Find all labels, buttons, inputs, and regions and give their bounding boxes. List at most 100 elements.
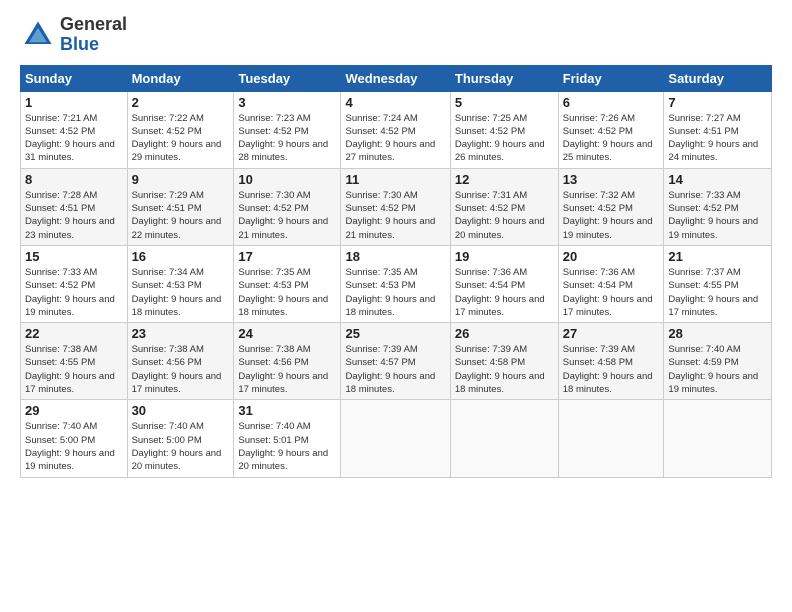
day-number: 26	[455, 326, 554, 341]
day-info: Sunrise: 7:29 AM Sunset: 4:51 PM Dayligh…	[132, 189, 230, 242]
day-number: 13	[563, 172, 660, 187]
day-cell	[450, 400, 558, 477]
day-info: Sunrise: 7:39 AM Sunset: 4:58 PM Dayligh…	[563, 343, 660, 396]
logo: General Blue	[20, 15, 127, 55]
day-number: 28	[668, 326, 767, 341]
day-cell: 30 Sunrise: 7:40 AM Sunset: 5:00 PM Dayl…	[127, 400, 234, 477]
week-row-4: 22 Sunrise: 7:38 AM Sunset: 4:55 PM Dayl…	[21, 323, 772, 400]
day-number: 16	[132, 249, 230, 264]
day-cell: 20 Sunrise: 7:36 AM Sunset: 4:54 PM Dayl…	[558, 245, 664, 322]
day-number: 23	[132, 326, 230, 341]
day-cell: 31 Sunrise: 7:40 AM Sunset: 5:01 PM Dayl…	[234, 400, 341, 477]
col-header-sunday: Sunday	[21, 65, 128, 91]
day-number: 21	[668, 249, 767, 264]
calendar-table: SundayMondayTuesdayWednesdayThursdayFrid…	[20, 65, 772, 478]
day-cell: 11 Sunrise: 7:30 AM Sunset: 4:52 PM Dayl…	[341, 168, 450, 245]
day-cell: 17 Sunrise: 7:35 AM Sunset: 4:53 PM Dayl…	[234, 245, 341, 322]
day-number: 25	[345, 326, 445, 341]
day-info: Sunrise: 7:31 AM Sunset: 4:52 PM Dayligh…	[455, 189, 554, 242]
day-cell: 10 Sunrise: 7:30 AM Sunset: 4:52 PM Dayl…	[234, 168, 341, 245]
week-row-2: 8 Sunrise: 7:28 AM Sunset: 4:51 PM Dayli…	[21, 168, 772, 245]
day-number: 19	[455, 249, 554, 264]
day-info: Sunrise: 7:40 AM Sunset: 5:00 PM Dayligh…	[25, 420, 123, 473]
day-cell: 3 Sunrise: 7:23 AM Sunset: 4:52 PM Dayli…	[234, 91, 341, 168]
day-info: Sunrise: 7:30 AM Sunset: 4:52 PM Dayligh…	[345, 189, 445, 242]
day-cell	[664, 400, 772, 477]
day-number: 31	[238, 403, 336, 418]
day-number: 9	[132, 172, 230, 187]
col-header-thursday: Thursday	[450, 65, 558, 91]
day-cell	[558, 400, 664, 477]
col-header-monday: Monday	[127, 65, 234, 91]
logo-icon	[20, 17, 56, 53]
header: General Blue	[20, 15, 772, 55]
day-cell: 7 Sunrise: 7:27 AM Sunset: 4:51 PM Dayli…	[664, 91, 772, 168]
day-info: Sunrise: 7:22 AM Sunset: 4:52 PM Dayligh…	[132, 112, 230, 165]
calendar-body: 1 Sunrise: 7:21 AM Sunset: 4:52 PM Dayli…	[21, 91, 772, 477]
day-cell: 8 Sunrise: 7:28 AM Sunset: 4:51 PM Dayli…	[21, 168, 128, 245]
day-info: Sunrise: 7:25 AM Sunset: 4:52 PM Dayligh…	[455, 112, 554, 165]
day-number: 7	[668, 95, 767, 110]
calendar-header-row: SundayMondayTuesdayWednesdayThursdayFrid…	[21, 65, 772, 91]
day-cell: 19 Sunrise: 7:36 AM Sunset: 4:54 PM Dayl…	[450, 245, 558, 322]
day-number: 22	[25, 326, 123, 341]
day-info: Sunrise: 7:23 AM Sunset: 4:52 PM Dayligh…	[238, 112, 336, 165]
week-row-1: 1 Sunrise: 7:21 AM Sunset: 4:52 PM Dayli…	[21, 91, 772, 168]
col-header-wednesday: Wednesday	[341, 65, 450, 91]
day-info: Sunrise: 7:39 AM Sunset: 4:57 PM Dayligh…	[345, 343, 445, 396]
day-number: 8	[25, 172, 123, 187]
day-number: 11	[345, 172, 445, 187]
day-number: 1	[25, 95, 123, 110]
day-info: Sunrise: 7:27 AM Sunset: 4:51 PM Dayligh…	[668, 112, 767, 165]
day-cell: 26 Sunrise: 7:39 AM Sunset: 4:58 PM Dayl…	[450, 323, 558, 400]
col-header-friday: Friday	[558, 65, 664, 91]
day-number: 29	[25, 403, 123, 418]
day-cell: 24 Sunrise: 7:38 AM Sunset: 4:56 PM Dayl…	[234, 323, 341, 400]
week-row-3: 15 Sunrise: 7:33 AM Sunset: 4:52 PM Dayl…	[21, 245, 772, 322]
day-cell: 12 Sunrise: 7:31 AM Sunset: 4:52 PM Dayl…	[450, 168, 558, 245]
day-info: Sunrise: 7:38 AM Sunset: 4:55 PM Dayligh…	[25, 343, 123, 396]
day-info: Sunrise: 7:26 AM Sunset: 4:52 PM Dayligh…	[563, 112, 660, 165]
logo-text: General Blue	[60, 15, 127, 55]
day-number: 6	[563, 95, 660, 110]
day-cell: 21 Sunrise: 7:37 AM Sunset: 4:55 PM Dayl…	[664, 245, 772, 322]
day-number: 20	[563, 249, 660, 264]
day-cell: 9 Sunrise: 7:29 AM Sunset: 4:51 PM Dayli…	[127, 168, 234, 245]
day-info: Sunrise: 7:34 AM Sunset: 4:53 PM Dayligh…	[132, 266, 230, 319]
day-number: 27	[563, 326, 660, 341]
day-cell: 2 Sunrise: 7:22 AM Sunset: 4:52 PM Dayli…	[127, 91, 234, 168]
day-info: Sunrise: 7:39 AM Sunset: 4:58 PM Dayligh…	[455, 343, 554, 396]
day-cell: 15 Sunrise: 7:33 AM Sunset: 4:52 PM Dayl…	[21, 245, 128, 322]
day-info: Sunrise: 7:40 AM Sunset: 5:00 PM Dayligh…	[132, 420, 230, 473]
day-number: 30	[132, 403, 230, 418]
day-info: Sunrise: 7:37 AM Sunset: 4:55 PM Dayligh…	[668, 266, 767, 319]
day-number: 4	[345, 95, 445, 110]
day-info: Sunrise: 7:21 AM Sunset: 4:52 PM Dayligh…	[25, 112, 123, 165]
day-cell	[341, 400, 450, 477]
day-cell: 1 Sunrise: 7:21 AM Sunset: 4:52 PM Dayli…	[21, 91, 128, 168]
day-number: 2	[132, 95, 230, 110]
day-cell: 22 Sunrise: 7:38 AM Sunset: 4:55 PM Dayl…	[21, 323, 128, 400]
day-info: Sunrise: 7:38 AM Sunset: 4:56 PM Dayligh…	[238, 343, 336, 396]
day-number: 10	[238, 172, 336, 187]
day-cell: 4 Sunrise: 7:24 AM Sunset: 4:52 PM Dayli…	[341, 91, 450, 168]
day-info: Sunrise: 7:33 AM Sunset: 4:52 PM Dayligh…	[668, 189, 767, 242]
day-cell: 27 Sunrise: 7:39 AM Sunset: 4:58 PM Dayl…	[558, 323, 664, 400]
day-info: Sunrise: 7:30 AM Sunset: 4:52 PM Dayligh…	[238, 189, 336, 242]
day-number: 24	[238, 326, 336, 341]
day-cell: 25 Sunrise: 7:39 AM Sunset: 4:57 PM Dayl…	[341, 323, 450, 400]
day-cell: 16 Sunrise: 7:34 AM Sunset: 4:53 PM Dayl…	[127, 245, 234, 322]
col-header-tuesday: Tuesday	[234, 65, 341, 91]
day-number: 15	[25, 249, 123, 264]
day-cell: 14 Sunrise: 7:33 AM Sunset: 4:52 PM Dayl…	[664, 168, 772, 245]
day-number: 17	[238, 249, 336, 264]
day-cell: 28 Sunrise: 7:40 AM Sunset: 4:59 PM Dayl…	[664, 323, 772, 400]
day-info: Sunrise: 7:32 AM Sunset: 4:52 PM Dayligh…	[563, 189, 660, 242]
day-info: Sunrise: 7:33 AM Sunset: 4:52 PM Dayligh…	[25, 266, 123, 319]
day-info: Sunrise: 7:40 AM Sunset: 4:59 PM Dayligh…	[668, 343, 767, 396]
page: General Blue SundayMondayTuesdayWednesda…	[0, 0, 792, 488]
day-info: Sunrise: 7:28 AM Sunset: 4:51 PM Dayligh…	[25, 189, 123, 242]
day-info: Sunrise: 7:40 AM Sunset: 5:01 PM Dayligh…	[238, 420, 336, 473]
day-number: 5	[455, 95, 554, 110]
day-info: Sunrise: 7:24 AM Sunset: 4:52 PM Dayligh…	[345, 112, 445, 165]
